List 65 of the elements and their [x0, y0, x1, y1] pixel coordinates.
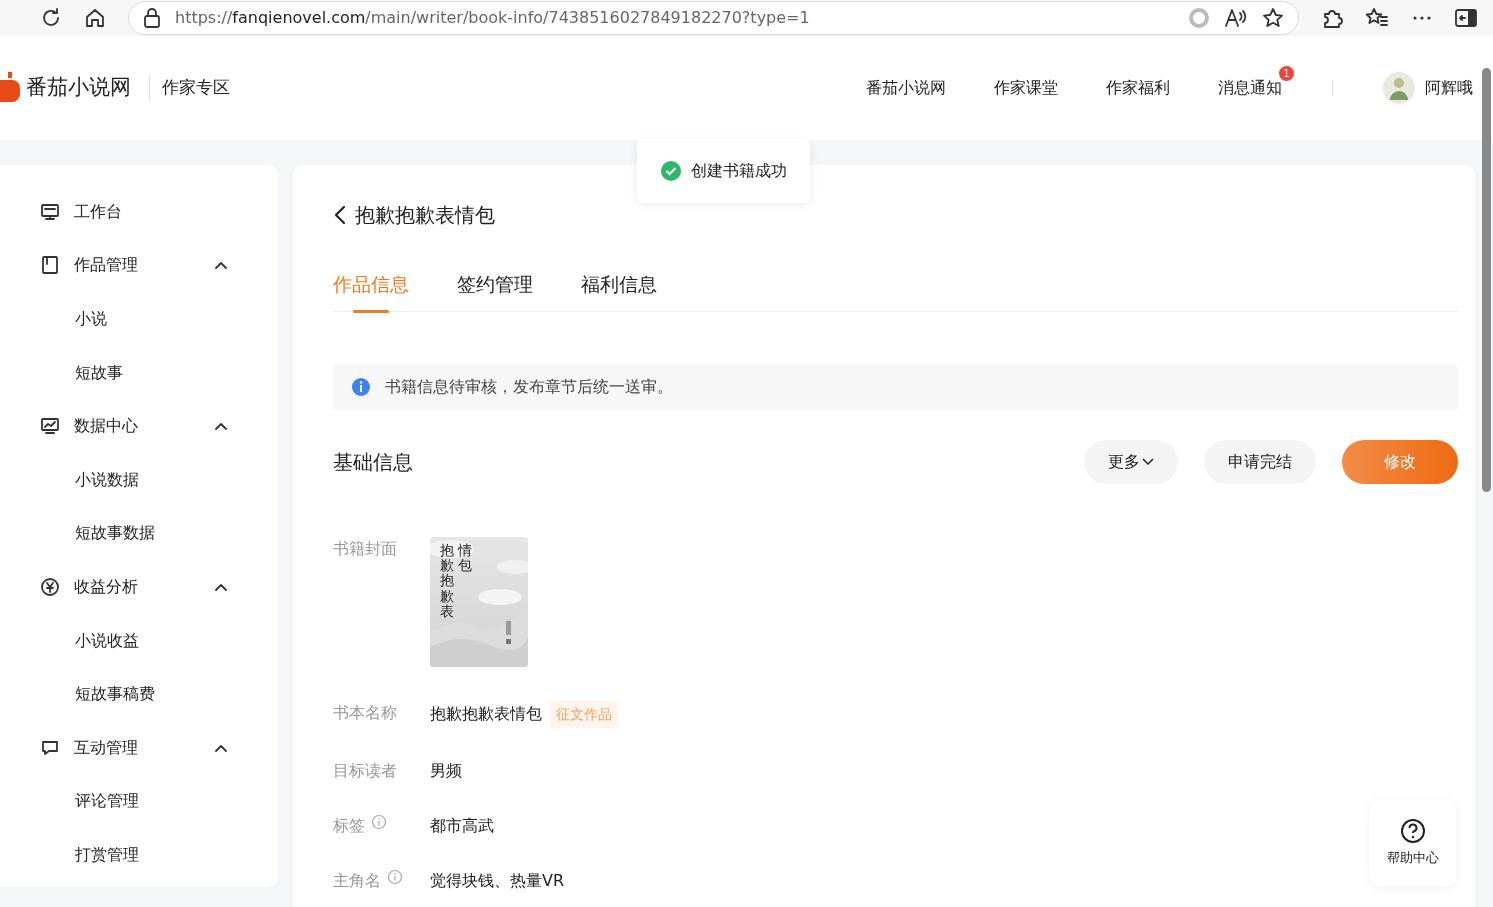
home-icon[interactable]	[84, 7, 106, 29]
section-label: 作家专区	[149, 75, 230, 101]
notice-text: 书籍信息待审核，发布章节后统一送审。	[385, 376, 673, 398]
sidebar-subitem[interactable]: 小说数据	[0, 452, 278, 507]
page-title: 抱歉抱歉表情包	[355, 202, 495, 229]
nav-link[interactable]: 作家课堂	[994, 78, 1058, 97]
star-icon[interactable]	[1262, 7, 1284, 29]
lock-icon	[143, 8, 161, 28]
read-aloud-icon[interactable]	[1224, 7, 1248, 29]
sidebar-icon[interactable]	[1455, 8, 1477, 28]
url-text: https://fanqienovel.com/main/writer/book-info/7438516027849182270?type=1	[175, 7, 811, 29]
info-icon	[351, 377, 371, 397]
user-name[interactable]: 阿辉哦	[1425, 76, 1473, 100]
sidebar-subitem[interactable]: 小说收益	[0, 613, 278, 668]
site-logo-text[interactable]: 番茄小说网	[26, 72, 131, 104]
help-button[interactable]: 帮助中心	[1370, 800, 1456, 886]
coin-icon	[40, 576, 60, 597]
field-label: 标签	[333, 814, 365, 837]
field-label: 目标读者	[333, 759, 397, 782]
nav-link[interactable]: 番茄小说网	[866, 78, 946, 97]
field-label: 书籍封面	[333, 537, 397, 560]
sidebar-subitem[interactable]: 打赏管理	[0, 828, 278, 882]
sidebar-subitem[interactable]: 短故事	[0, 345, 278, 400]
nav-link[interactable]: 消息通知	[1218, 78, 1282, 97]
sidebar-item[interactable]: 数据中心	[0, 399, 278, 453]
tag: 征文作品	[550, 700, 618, 728]
sidebar-subitem[interactable]: 短故事数据	[0, 506, 278, 561]
help-icon	[1400, 818, 1426, 845]
monitor-icon	[40, 201, 60, 222]
refresh-icon[interactable]	[40, 7, 62, 29]
field-value: 觉得块钱、热量VR	[430, 869, 565, 892]
check-icon	[660, 161, 681, 181]
cover-title: 情包	[458, 542, 472, 575]
sidebar-subitem[interactable]: 短故事稿费	[0, 667, 278, 721]
notification-badge: 1	[1279, 66, 1294, 81]
more-dropdown[interactable]: 更多	[1084, 439, 1178, 484]
sidebar-item[interactable]: 工作台	[0, 185, 278, 239]
info-icon	[387, 868, 403, 885]
nav-link[interactable]: 作家福利	[1106, 78, 1170, 97]
field-value: 抱歉抱歉表情包	[430, 703, 542, 725]
book-icon	[40, 255, 60, 276]
field-label: 主角名	[333, 869, 381, 892]
sidebar-subitem[interactable]: 小说	[0, 292, 278, 346]
sidebar-item[interactable]: 作品管理	[0, 238, 278, 293]
chart-icon	[40, 416, 60, 437]
info-icon	[371, 813, 387, 830]
tab[interactable]: 福利信息	[581, 270, 657, 311]
address-bar[interactable]: https://fanqienovel.com/main/writer/book-info/7438516027849182270?type=1	[128, 1, 1299, 35]
favorites-icon[interactable]	[1365, 7, 1389, 29]
tab[interactable]: 签约管理	[457, 270, 533, 311]
caret-icon	[1142, 458, 1154, 466]
field-value: 都市高武	[430, 814, 494, 837]
action-button[interactable]: 申请完结	[1204, 439, 1316, 484]
tomato-logo-icon	[0, 72, 20, 104]
sidebar-item[interactable]: 互动管理	[0, 720, 278, 775]
field-value: 男频	[430, 759, 462, 782]
toast-text: 创建书籍成功	[690, 160, 787, 182]
cover-title: 抱歉抱歉表	[440, 542, 454, 620]
sidebar-item[interactable]: 收益分析	[0, 560, 278, 614]
puzzle-icon[interactable]	[1321, 7, 1343, 29]
scrollbar[interactable]	[1482, 68, 1491, 492]
section-title: 基础信息	[333, 448, 413, 476]
avatar[interactable]	[1383, 72, 1415, 104]
field-label: 书本名称	[333, 701, 397, 724]
sidebar-subitem[interactable]: 评论管理	[0, 774, 278, 829]
